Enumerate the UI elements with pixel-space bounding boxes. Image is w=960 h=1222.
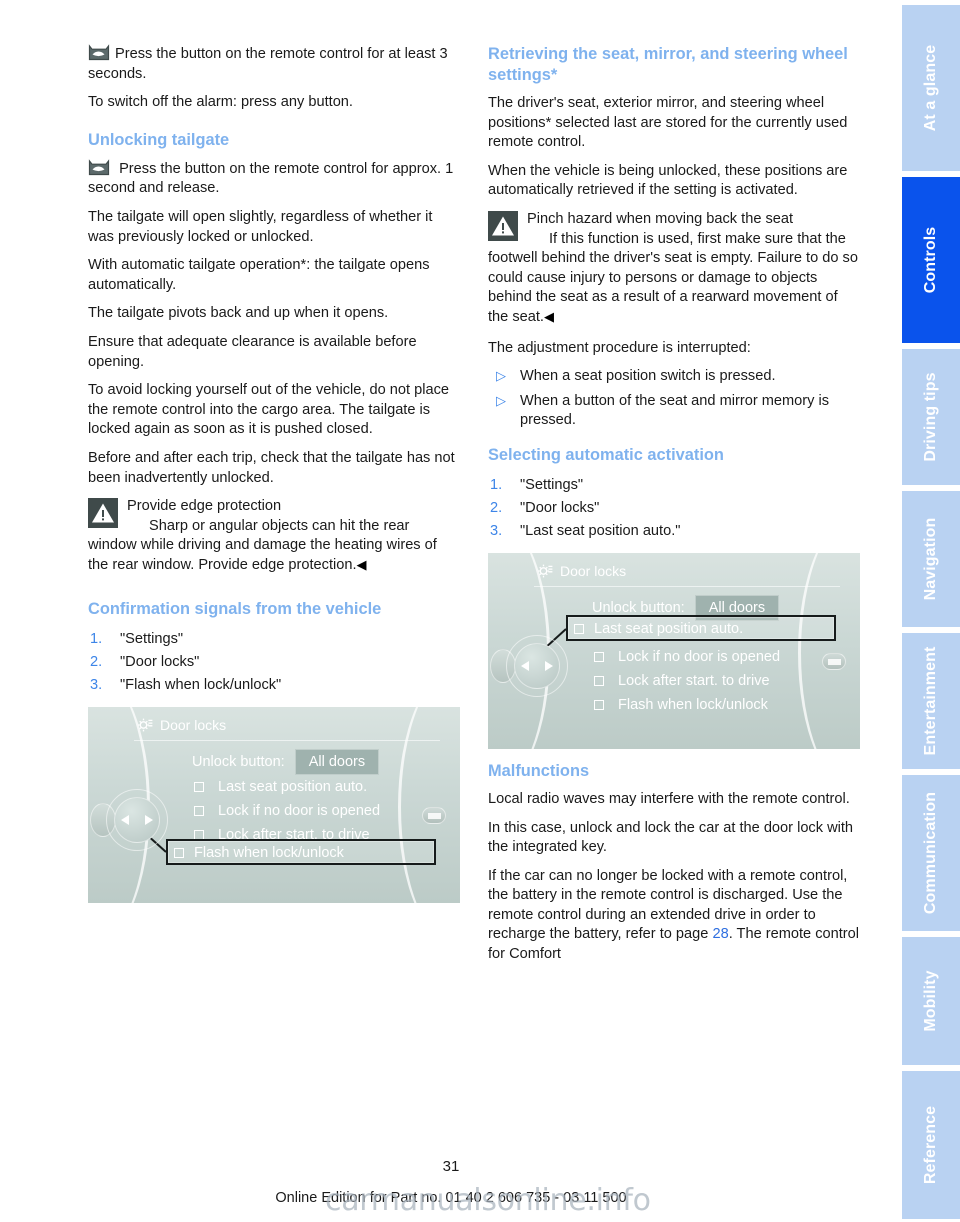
paragraph-clearance: Ensure that adequate clearance is availa… <box>88 333 417 370</box>
tab-reference[interactable]: Reference <box>902 1068 960 1222</box>
paragraph-battery-discharged: If the car can no longer be locked with … <box>488 867 860 965</box>
paragraph-vehicle-unlocked: When the vehicle is being unlocked, thes… <box>488 162 848 199</box>
paragraph-press-3-seconds-text: Press the button on the remote control f… <box>88 46 448 82</box>
bullet-text: When a button of the seat and mirror mem… <box>520 392 830 429</box>
warning-title-edge-protection: Provide edge protection <box>127 498 282 515</box>
list-item: When a button of the seat and mirror mem… <box>488 391 860 431</box>
tab-at-a-glance[interactable]: At a glance <box>902 2 960 174</box>
paragraph-drivers-seat: The driver's seat, exterior mirror, and … <box>488 95 848 151</box>
tab-label: Controls <box>922 226 939 294</box>
tab-label: At a glance <box>922 44 939 132</box>
paragraph-in-this-case: In this case, unlock and lock the car at… <box>488 819 854 856</box>
knob-left-arrow-icon[interactable] <box>121 815 129 826</box>
tab-entertainment[interactable]: Entertainment <box>902 630 960 772</box>
tab-communication[interactable]: Communication <box>902 772 960 934</box>
warning-triangle-icon <box>88 498 118 529</box>
warning-block-edge-protection: Provide edge protection Sharp or angular… <box>88 497 460 575</box>
left-column: Press the button on the remote control f… <box>88 44 460 913</box>
paragraph-press-1-second-text: Press the button on the remote control f… <box>88 160 454 197</box>
paragraph-press-3-seconds: Press the button on the remote control f… <box>88 44 460 84</box>
step-number: 3. <box>90 677 103 694</box>
warning-block-pinch-hazard: Pinch hazard when moving back the seat I… <box>488 210 860 328</box>
paragraph-open-slightly: The tailgate will open slightly, regardl… <box>88 208 433 245</box>
list-item: 1. "Settings" <box>88 628 460 651</box>
list-item: 2. "Door locks" <box>88 651 460 674</box>
tab-label: Reference <box>922 1105 939 1185</box>
list-item: 1. "Settings" <box>488 474 860 497</box>
step-text: "Settings" <box>120 631 184 648</box>
paragraph-switch-off-alarm: To switch off the alarm: press any butto… <box>88 94 353 111</box>
warning-end-marker: ◀ <box>543 308 554 324</box>
list-item: 3. "Last seat position auto." <box>488 520 860 543</box>
step-number: 1. <box>490 476 503 493</box>
step-number: 1. <box>90 631 103 648</box>
tab-mobility[interactable]: Mobility <box>902 934 960 1068</box>
bullet-text: When a seat position switch is pressed. <box>520 368 776 385</box>
tab-label: Driving tips <box>922 372 939 462</box>
arrow-bullet-icon <box>492 391 506 411</box>
section-tab-rail: At a glance Controls Driving tips Naviga… <box>902 0 960 1222</box>
step-number: 3. <box>490 522 503 539</box>
list-interruption-conditions: When a seat position switch is pressed. … <box>488 366 860 431</box>
paragraph-avoid-locking-out: To avoid locking yourself out of the veh… <box>88 382 450 438</box>
warning-triangle-icon <box>488 210 518 241</box>
tab-label: Mobility <box>922 970 939 1032</box>
idrive-right-button[interactable] <box>822 652 846 670</box>
arrow-bullet-icon <box>492 366 506 386</box>
warning-title-pinch-hazard: Pinch hazard when moving back the seat <box>527 210 794 227</box>
paragraph-before-after-trip: Before and after each trip, check that t… <box>88 449 455 486</box>
knob-right-arrow-icon[interactable] <box>545 660 553 671</box>
paragraph-procedure-interrupted: The adjustment procedure is interrupted: <box>488 339 751 356</box>
heading-malfunctions: Malfunctions <box>488 761 590 780</box>
step-text: "Door locks" <box>520 499 600 516</box>
knob-left-arrow-icon[interactable] <box>521 660 529 671</box>
steps-selecting-automatic-activation: 1. "Settings" 2. "Door locks" 3. "Last seat… <box>488 474 860 543</box>
idrive-screenshot-last-seat-position: Door locks Unlock button:All doors Last … <box>488 552 860 749</box>
step-text: "Door locks" <box>120 654 200 671</box>
list-item: 2. "Door locks" <box>488 497 860 520</box>
tab-navigation[interactable]: Navigation <box>902 488 960 630</box>
idrive-screenshot-flash-when-lock-unlock: Door locks Unlock button: All doors Last … <box>88 707 460 904</box>
right-column: Retrieving the seat, mirror, and steerin… <box>488 44 860 974</box>
idrive-controller-knob[interactable] <box>106 789 168 852</box>
watermark: carmanualsonline.info <box>325 1183 651 1218</box>
tab-label: Communication <box>922 791 939 915</box>
manual-page: Press the button on the remote control f… <box>0 0 960 1222</box>
warning-body-edge-protection: Sharp or angular objects can hit the rea… <box>88 517 437 573</box>
tab-label: Navigation <box>922 517 939 601</box>
steps-confirmation-signals: 1. "Settings" 2. "Door locks" 3. "Flash whe… <box>88 628 460 697</box>
step-number: 2. <box>90 654 103 671</box>
heading-selecting-automatic-activation: Selecting automatic activation <box>488 445 724 464</box>
tailgate-button-icon <box>88 44 110 62</box>
paragraph-radio-waves: Local radio waves may interfere with the… <box>488 790 850 807</box>
heading-confirmation-signals: Confirmation signals from the vehicle <box>88 600 382 619</box>
tab-controls[interactable]: Controls <box>902 174 960 346</box>
idrive-right-button[interactable] <box>422 807 446 825</box>
warning-end-marker: ◀ <box>356 556 367 572</box>
tailgate-button-icon <box>88 159 110 177</box>
paragraph-automatic-operation: With automatic tailgate operation*: the … <box>88 257 430 293</box>
tab-driving-tips[interactable]: Driving tips <box>902 346 960 488</box>
heading-retrieving-settings: Retrieving the seat, mirror, and steerin… <box>488 45 848 84</box>
heading-unlocking-tailgate: Unlocking tailgate <box>88 130 230 149</box>
tab-label: Entertainment <box>922 646 939 756</box>
knob-right-arrow-icon[interactable] <box>145 815 153 826</box>
step-text: "Last seat position auto." <box>520 522 681 539</box>
step-text: "Flash when lock/unlock" <box>120 677 282 694</box>
idrive-controller-knob[interactable] <box>506 634 568 697</box>
list-item: 3. "Flash when lock/unlock" <box>88 674 460 697</box>
paragraph-pivots: The tailgate pivots back and up when it … <box>88 305 389 322</box>
step-text: "Settings" <box>520 476 584 493</box>
page-reference-link[interactable]: 28 <box>712 926 728 942</box>
paragraph-press-1-second: Press the button on the remote control f… <box>88 159 460 199</box>
page-number: 31 <box>442 1158 460 1175</box>
list-item: When a seat position switch is pressed. <box>488 366 860 387</box>
step-number: 2. <box>490 499 503 516</box>
